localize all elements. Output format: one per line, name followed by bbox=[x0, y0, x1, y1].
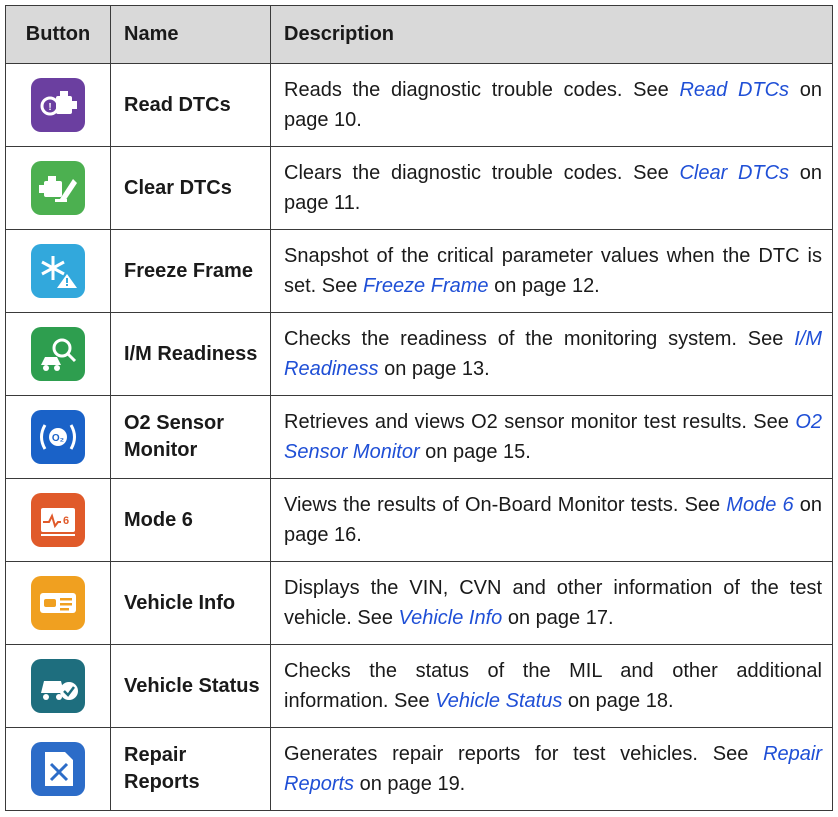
svg-text:!: ! bbox=[48, 102, 51, 113]
page-reference-link[interactable]: Vehicle Status bbox=[435, 690, 562, 712]
snowflake-warning-icon[interactable] bbox=[31, 244, 85, 298]
header-description: Description bbox=[270, 5, 833, 64]
function-description: Clears the diagnostic trouble codes. See… bbox=[270, 146, 833, 230]
description-text: Checks the readiness of the monitoring s… bbox=[284, 328, 795, 350]
function-description: Displays the VIN, CVN and other informat… bbox=[270, 561, 833, 645]
function-name: Vehicle Info bbox=[110, 561, 271, 645]
page-reference-link[interactable]: Mode 6 bbox=[726, 494, 793, 516]
table-row: Freeze Frame Snapshot of the critical par… bbox=[5, 229, 833, 313]
function-name: Clear DTCs bbox=[110, 146, 271, 230]
header-button: Button bbox=[5, 5, 111, 64]
function-name: O2 Sensor Monitor bbox=[110, 395, 271, 479]
svg-text:O₂: O₂ bbox=[52, 433, 64, 444]
table-row: ! Read DTCs Reads the diagnostic trouble c… bbox=[5, 63, 833, 147]
page-reference-link[interactable]: Read DTCs bbox=[679, 79, 789, 101]
function-name: Read DTCs bbox=[110, 63, 271, 147]
description-text: Views the results of On-Board Monitor te… bbox=[284, 494, 727, 516]
page-reference-link[interactable]: Vehicle Info bbox=[399, 607, 503, 629]
function-description: Generates repair reports for test vehicl… bbox=[270, 727, 833, 811]
page-reference-link[interactable]: Clear DTCs bbox=[679, 162, 789, 184]
button-cell bbox=[5, 146, 111, 230]
function-name: Freeze Frame bbox=[110, 229, 271, 313]
button-cell bbox=[5, 727, 111, 811]
function-name: Repair Reports bbox=[110, 727, 271, 811]
function-table: Button Name Description ! Read DTCs Reads … bbox=[5, 5, 833, 811]
vehicle-info-card-icon[interactable] bbox=[31, 576, 85, 630]
page-reference-link[interactable]: Freeze Frame bbox=[363, 275, 489, 297]
engine-clear-icon[interactable] bbox=[31, 161, 85, 215]
function-name: I/M Readiness bbox=[110, 312, 271, 396]
waveform-6-icon[interactable]: 6 bbox=[31, 493, 85, 547]
table-row: I/M Readiness Checks the readiness of the… bbox=[5, 312, 833, 396]
car-inspection-icon[interactable] bbox=[31, 327, 85, 381]
page-number-text: on page 19. bbox=[354, 773, 466, 795]
table-row: Clear DTCs Clears the diagnostic trouble … bbox=[5, 146, 833, 230]
function-description: Snapshot of the critical parameter value… bbox=[270, 229, 833, 313]
page-number-text: on page 15. bbox=[419, 441, 531, 463]
table-row: 6 Mode 6 Views the results of On-Board Mon… bbox=[5, 478, 833, 562]
table-row: Repair Reports Generates repair reports f… bbox=[5, 727, 833, 811]
button-cell: 6 bbox=[5, 478, 111, 562]
button-cell: ! bbox=[5, 63, 111, 147]
function-description: Reads the diagnostic trouble codes. See … bbox=[270, 63, 833, 147]
table-row: Vehicle Status Checks the status of the M… bbox=[5, 644, 833, 728]
table-row: O₂ O2 Sensor Monitor Retrieves and views O… bbox=[5, 395, 833, 479]
vehicle-status-icon[interactable] bbox=[31, 659, 85, 713]
function-description: Checks the status of the MIL and other a… bbox=[270, 644, 833, 728]
table-row: Vehicle Info Displays the VIN, CVN and ot… bbox=[5, 561, 833, 645]
function-description: Checks the readiness of the monitoring s… bbox=[270, 312, 833, 396]
page-number-text: on page 12. bbox=[488, 275, 600, 297]
engine-check-icon[interactable]: ! bbox=[31, 78, 85, 132]
function-name: Vehicle Status bbox=[110, 644, 271, 728]
header-row: Button Name Description bbox=[5, 5, 833, 64]
function-description: Retrieves and views O2 sensor monitor te… bbox=[270, 395, 833, 479]
button-cell bbox=[5, 561, 111, 645]
description-text: Clears the diagnostic trouble codes. See bbox=[284, 162, 680, 184]
description-text: Retrieves and views O2 sensor monitor te… bbox=[284, 411, 796, 433]
page-number-text: on page 13. bbox=[378, 358, 490, 380]
svg-text:6: 6 bbox=[63, 515, 69, 527]
repair-report-icon[interactable] bbox=[31, 742, 85, 796]
page-number-text: on page 17. bbox=[502, 607, 614, 629]
button-cell bbox=[5, 644, 111, 728]
header-name: Name bbox=[110, 5, 271, 64]
function-name: Mode 6 bbox=[110, 478, 271, 562]
description-text: Reads the diagnostic trouble codes. See bbox=[284, 79, 680, 101]
button-cell bbox=[5, 229, 111, 313]
page-number-text: on page 18. bbox=[562, 690, 674, 712]
function-description: Views the results of On-Board Monitor te… bbox=[270, 478, 833, 562]
o2-sensor-icon[interactable]: O₂ bbox=[31, 410, 85, 464]
button-cell bbox=[5, 312, 111, 396]
button-cell: O₂ bbox=[5, 395, 111, 479]
description-text: Generates repair reports for test vehicl… bbox=[284, 743, 764, 765]
